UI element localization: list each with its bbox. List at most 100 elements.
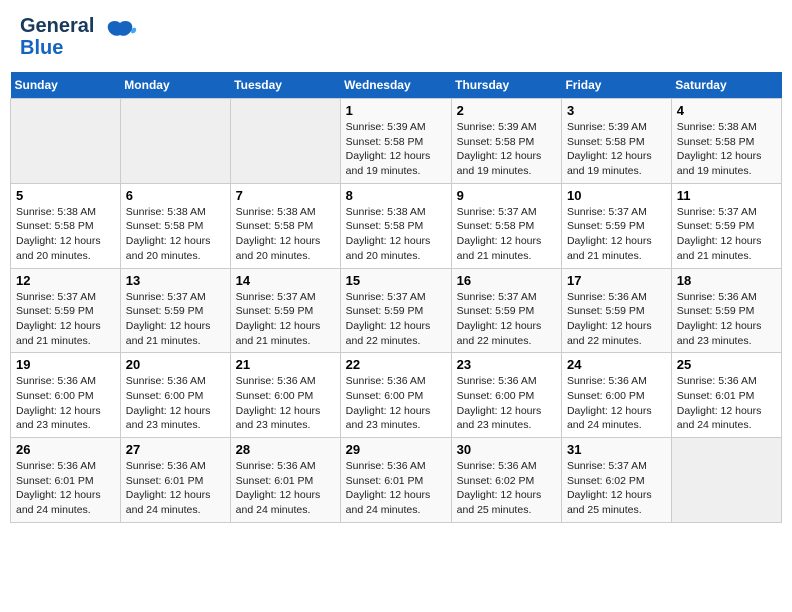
calendar-cell [671, 438, 781, 523]
calendar-cell: 8 Sunrise: 5:38 AM Sunset: 5:58 PM Daylig… [340, 183, 451, 268]
day-number: 24 [567, 357, 666, 372]
day-number: 22 [346, 357, 446, 372]
day-number: 23 [457, 357, 556, 372]
calendar-cell: 10 Sunrise: 5:37 AM Sunset: 5:59 PM Dayli… [561, 183, 671, 268]
day-info: Sunrise: 5:37 AM Sunset: 5:59 PM Dayligh… [677, 205, 776, 264]
calendar-table: SundayMondayTuesdayWednesdayThursdayFrid… [10, 72, 782, 523]
calendar-cell: 18 Sunrise: 5:36 AM Sunset: 5:59 PM Dayli… [671, 268, 781, 353]
day-number: 25 [677, 357, 776, 372]
calendar-cell: 5Sunrise: 5:38 AM Sunset: 5:58 PM Daylig… [11, 183, 121, 268]
day-number: 19 [16, 357, 115, 372]
day-info: Sunrise: 5:37 AM Sunset: 5:59 PM Dayligh… [457, 290, 556, 349]
day-number: 12 [16, 273, 115, 288]
day-number: 27 [126, 442, 225, 457]
calendar-cell: 13Sunrise: 5:37 AM Sunset: 5:59 PM Dayli… [120, 268, 230, 353]
logo-bird-icon [102, 15, 138, 56]
day-number: 3 [567, 103, 666, 118]
calendar-cell: 4 Sunrise: 5:38 AM Sunset: 5:58 PM Daylig… [671, 99, 781, 184]
day-number: 1 [346, 103, 446, 118]
calendar-cell [120, 99, 230, 184]
calendar-cell: 20 Sunrise: 5:36 AM Sunset: 6:00 PM Dayli… [120, 353, 230, 438]
day-info: Sunrise: 5:37 AM Sunset: 5:58 PM Dayligh… [457, 205, 556, 264]
day-info: Sunrise: 5:36 AM Sunset: 6:02 PM Dayligh… [457, 459, 556, 518]
calendar-cell: 16Sunrise: 5:37 AM Sunset: 5:59 PM Dayli… [451, 268, 561, 353]
calendar-cell: 30 Sunrise: 5:36 AM Sunset: 6:02 PM Dayli… [451, 438, 561, 523]
day-info: Sunrise: 5:37 AM Sunset: 5:59 PM Dayligh… [567, 205, 666, 264]
day-number: 30 [457, 442, 556, 457]
calendar-cell: 14 Sunrise: 5:37 AM Sunset: 5:59 PM Dayli… [230, 268, 340, 353]
day-info: Sunrise: 5:36 AM Sunset: 6:00 PM Dayligh… [346, 374, 446, 433]
day-info: Sunrise: 5:36 AM Sunset: 6:01 PM Dayligh… [346, 459, 446, 518]
day-info: Sunrise: 5:38 AM Sunset: 5:58 PM Dayligh… [677, 120, 776, 179]
calendar-cell: 31 Sunrise: 5:37 AM Sunset: 6:02 PM Dayli… [561, 438, 671, 523]
calendar-cell [11, 99, 121, 184]
logo: General Blue [20, 15, 138, 59]
day-info: Sunrise: 5:38 AM Sunset: 5:58 PM Dayligh… [346, 205, 446, 264]
calendar-cell: 29 Sunrise: 5:36 AM Sunset: 6:01 PM Dayli… [340, 438, 451, 523]
day-info: Sunrise: 5:36 AM Sunset: 6:00 PM Dayligh… [236, 374, 335, 433]
weekday-header-thursday: Thursday [451, 72, 561, 99]
day-info: Sunrise: 5:36 AM Sunset: 6:01 PM Dayligh… [677, 374, 776, 433]
logo-blue: Blue [20, 37, 94, 59]
day-number: 11 [677, 188, 776, 203]
calendar-cell: 3 Sunrise: 5:39 AM Sunset: 5:58 PM Daylig… [561, 99, 671, 184]
weekday-header-wednesday: Wednesday [340, 72, 451, 99]
calendar-cell: 2Sunrise: 5:39 AM Sunset: 5:58 PM Daylig… [451, 99, 561, 184]
day-info: Sunrise: 5:37 AM Sunset: 6:02 PM Dayligh… [567, 459, 666, 518]
day-info: Sunrise: 5:36 AM Sunset: 5:59 PM Dayligh… [567, 290, 666, 349]
day-info: Sunrise: 5:37 AM Sunset: 5:59 PM Dayligh… [346, 290, 446, 349]
calendar-cell: 12 Sunrise: 5:37 AM Sunset: 5:59 PM Dayli… [11, 268, 121, 353]
calendar-cell: 15Sunrise: 5:37 AM Sunset: 5:59 PM Dayli… [340, 268, 451, 353]
page-header: General Blue [10, 10, 782, 64]
day-number: 2 [457, 103, 556, 118]
day-info: Sunrise: 5:39 AM Sunset: 5:58 PM Dayligh… [567, 120, 666, 179]
calendar-cell: 9Sunrise: 5:37 AM Sunset: 5:58 PM Daylig… [451, 183, 561, 268]
day-number: 28 [236, 442, 335, 457]
weekday-header-tuesday: Tuesday [230, 72, 340, 99]
calendar-cell: 7Sunrise: 5:38 AM Sunset: 5:58 PM Daylig… [230, 183, 340, 268]
day-info: Sunrise: 5:38 AM Sunset: 5:58 PM Dayligh… [126, 205, 225, 264]
day-number: 10 [567, 188, 666, 203]
day-number: 6 [126, 188, 225, 203]
day-info: Sunrise: 5:36 AM Sunset: 5:59 PM Dayligh… [677, 290, 776, 349]
day-info: Sunrise: 5:39 AM Sunset: 5:58 PM Dayligh… [346, 120, 446, 179]
day-number: 17 [567, 273, 666, 288]
day-number: 7 [236, 188, 335, 203]
day-number: 8 [346, 188, 446, 203]
day-number: 18 [677, 273, 776, 288]
day-number: 14 [236, 273, 335, 288]
weekday-header-sunday: Sunday [11, 72, 121, 99]
calendar-cell: 1 Sunrise: 5:39 AM Sunset: 5:58 PM Daylig… [340, 99, 451, 184]
day-number: 4 [677, 103, 776, 118]
weekday-header-monday: Monday [120, 72, 230, 99]
day-info: Sunrise: 5:37 AM Sunset: 5:59 PM Dayligh… [16, 290, 115, 349]
calendar-cell [230, 99, 340, 184]
day-info: Sunrise: 5:36 AM Sunset: 6:00 PM Dayligh… [16, 374, 115, 433]
day-info: Sunrise: 5:36 AM Sunset: 6:00 PM Dayligh… [126, 374, 225, 433]
calendar-cell: 6 Sunrise: 5:38 AM Sunset: 5:58 PM Daylig… [120, 183, 230, 268]
calendar-cell: 27 Sunrise: 5:36 AM Sunset: 6:01 PM Dayli… [120, 438, 230, 523]
calendar-cell: 24 Sunrise: 5:36 AM Sunset: 6:00 PM Dayli… [561, 353, 671, 438]
day-info: Sunrise: 5:37 AM Sunset: 5:59 PM Dayligh… [236, 290, 335, 349]
day-info: Sunrise: 5:36 AM Sunset: 6:01 PM Dayligh… [16, 459, 115, 518]
day-info: Sunrise: 5:38 AM Sunset: 5:58 PM Dayligh… [16, 205, 115, 264]
calendar-cell: 28 Sunrise: 5:36 AM Sunset: 6:01 PM Dayli… [230, 438, 340, 523]
weekday-header-saturday: Saturday [671, 72, 781, 99]
day-info: Sunrise: 5:36 AM Sunset: 6:01 PM Dayligh… [236, 459, 335, 518]
day-number: 31 [567, 442, 666, 457]
day-number: 26 [16, 442, 115, 457]
calendar-cell: 25 Sunrise: 5:36 AM Sunset: 6:01 PM Dayli… [671, 353, 781, 438]
day-info: Sunrise: 5:37 AM Sunset: 5:59 PM Dayligh… [126, 290, 225, 349]
day-number: 29 [346, 442, 446, 457]
logo-general: General [20, 15, 94, 37]
calendar-cell: 22 Sunrise: 5:36 AM Sunset: 6:00 PM Dayli… [340, 353, 451, 438]
day-info: Sunrise: 5:36 AM Sunset: 6:00 PM Dayligh… [567, 374, 666, 433]
day-number: 20 [126, 357, 225, 372]
calendar-cell: 26 Sunrise: 5:36 AM Sunset: 6:01 PM Dayli… [11, 438, 121, 523]
weekday-header-friday: Friday [561, 72, 671, 99]
calendar-cell: 17 Sunrise: 5:36 AM Sunset: 5:59 PM Dayli… [561, 268, 671, 353]
day-info: Sunrise: 5:36 AM Sunset: 6:00 PM Dayligh… [457, 374, 556, 433]
calendar-cell: 19 Sunrise: 5:36 AM Sunset: 6:00 PM Dayli… [11, 353, 121, 438]
day-info: Sunrise: 5:36 AM Sunset: 6:01 PM Dayligh… [126, 459, 225, 518]
day-number: 21 [236, 357, 335, 372]
